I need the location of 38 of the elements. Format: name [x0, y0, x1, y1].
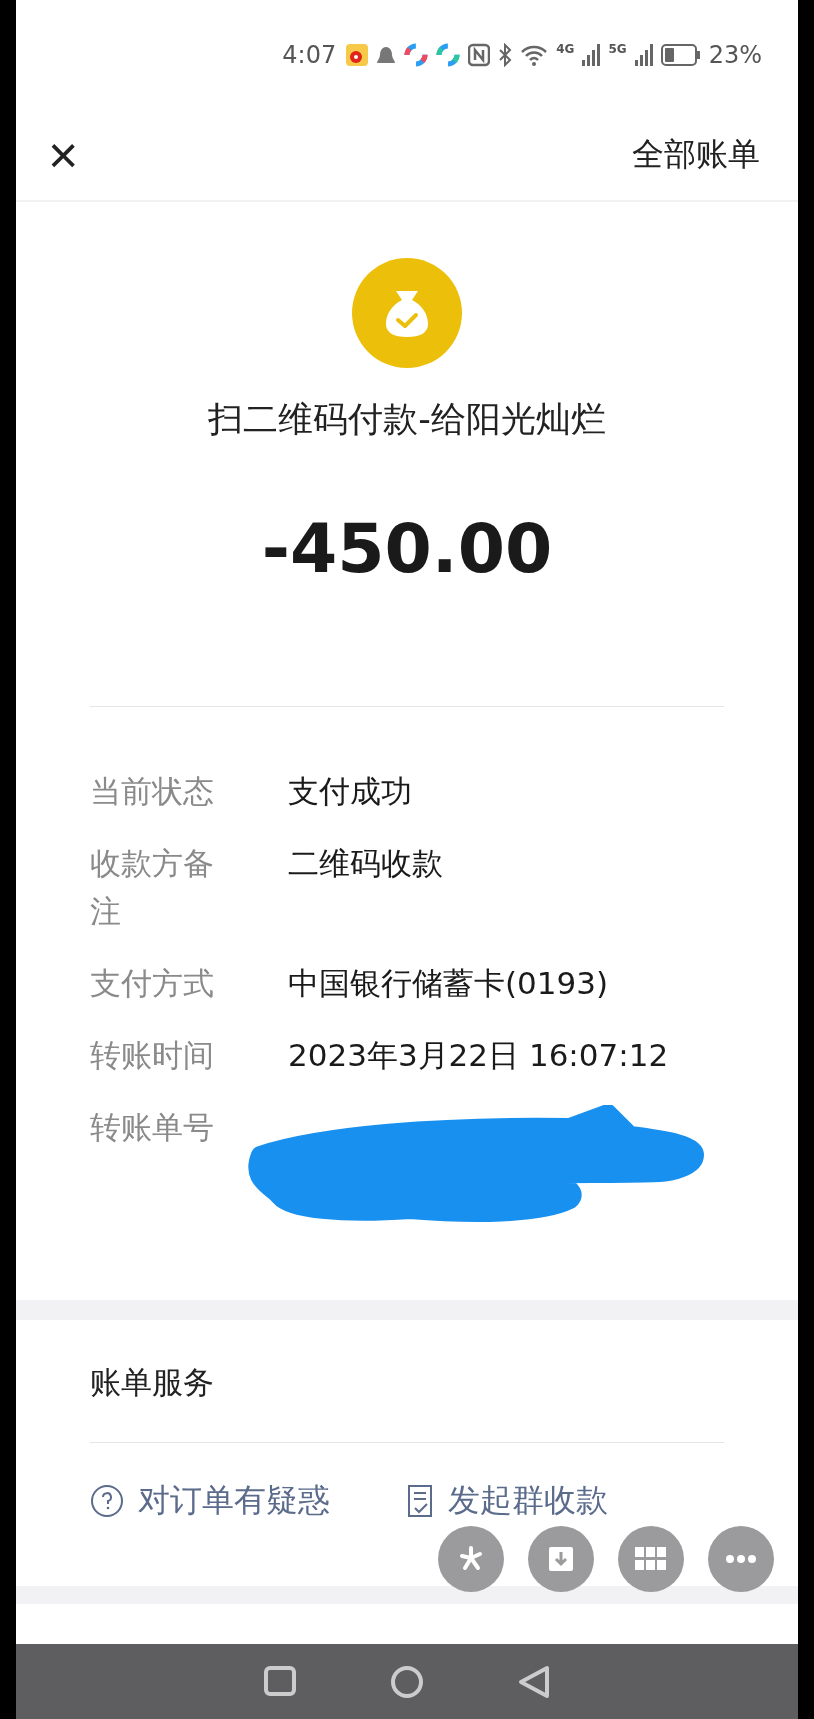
- payment-amount: -450.00: [261, 509, 553, 588]
- close-button[interactable]: ×: [42, 129, 85, 181]
- all-bills-link[interactable]: 全部账单: [632, 133, 760, 177]
- detail-value: 二维码收款: [288, 844, 443, 883]
- eye-app-icon: [346, 43, 369, 67]
- payment-title: 扫二维码付款-给阳光灿烂: [208, 398, 606, 441]
- download-icon: [546, 1544, 576, 1574]
- checklist-icon: [406, 1484, 434, 1518]
- question-icon: [90, 1484, 124, 1518]
- network-label: 5G: [608, 42, 627, 56]
- service-link[interactable]: 对订单有疑惑: [90, 1479, 330, 1523]
- service-link[interactable]: 发起群收款: [406, 1479, 608, 1523]
- home-icon[interactable]: [390, 1664, 424, 1699]
- signal-icon: [634, 44, 653, 66]
- detail-value: 支付成功: [288, 772, 412, 811]
- detail-label: 转账单号: [90, 1108, 215, 1147]
- network-label: 4G: [556, 42, 575, 56]
- detail-label: 当前状态: [90, 772, 215, 811]
- bluetooth-icon: [498, 43, 513, 67]
- detail-value: 中国银行储蓄卡(0193): [288, 964, 609, 1003]
- signal-icon: [582, 44, 601, 66]
- section-title: 账单服务: [89, 1363, 215, 1402]
- recent-apps-icon[interactable]: [262, 1664, 297, 1699]
- grid-icon: [635, 1547, 667, 1571]
- back-icon[interactable]: [517, 1664, 552, 1699]
- ring-app-icon: [404, 43, 429, 67]
- money-bag-icon: [352, 258, 462, 368]
- battery-percentage: 23%: [708, 41, 762, 69]
- detail-value: 2023年3月22日 16:07:12: [288, 1036, 669, 1075]
- detail-label: 转账时间: [90, 1036, 215, 1075]
- status-time: 4:07: [282, 41, 337, 69]
- ring-app-icon: [436, 43, 461, 67]
- detail-label: 收款方备注: [90, 844, 215, 931]
- detail-label: 支付方式: [90, 964, 215, 1003]
- battery-icon: [660, 44, 701, 66]
- nfc-icon: [468, 43, 491, 67]
- more-icon: [725, 1554, 757, 1564]
- wifi-icon: [520, 43, 549, 67]
